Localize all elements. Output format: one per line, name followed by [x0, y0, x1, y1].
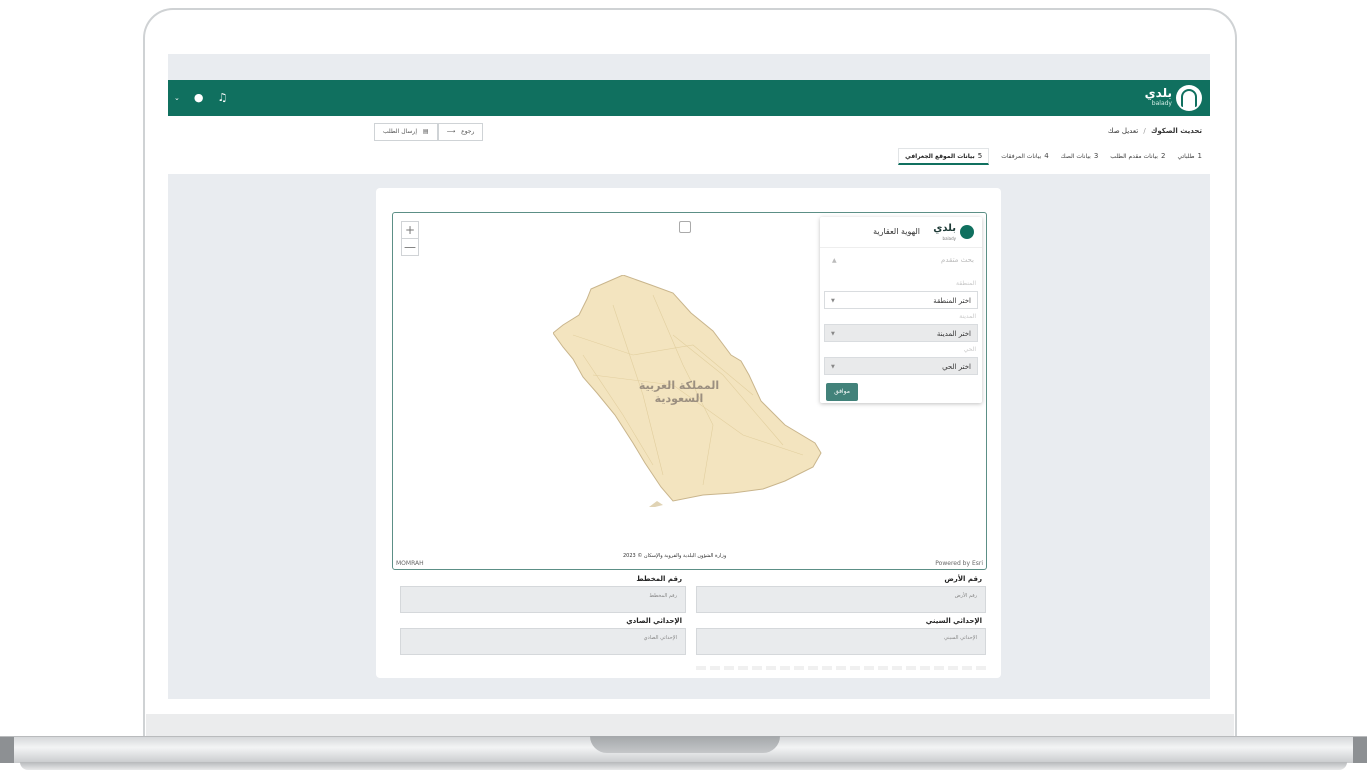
balady-logo-icon — [1176, 85, 1202, 111]
breadcrumb-separator: / — [1143, 127, 1146, 135]
district-select[interactable]: اختر الحي ▼ — [824, 357, 978, 375]
step-1[interactable]: 1طلباتي — [1177, 152, 1202, 165]
top-nav-bar: بلدي balady ⌄ ● ♫ — [168, 80, 1210, 116]
y-coordinate-placeholder: الإحداثي الصادي — [643, 635, 677, 641]
city-select[interactable]: اختر المدينة ▼ — [824, 324, 978, 342]
balady-logo[interactable]: بلدي balady — [1144, 85, 1202, 111]
bell-icon[interactable]: ♫ — [217, 91, 227, 104]
panel-logo-text: بلدي — [933, 223, 956, 234]
region-select-value: اختر المنطقة — [933, 297, 971, 305]
zoom-controls: + — — [401, 221, 419, 256]
laptop-notch — [590, 736, 780, 753]
app-screen: بلدي balady ⌄ ● ♫ تحديث الصكوك / تعديل ص… — [168, 54, 1210, 699]
map-credit-owner: MOMRAH — [396, 560, 424, 567]
cut-off-content-row — [696, 666, 986, 670]
plan-number-label: رقم المخطط — [636, 575, 682, 583]
y-coordinate-field: الإحداثي الصادي الإحداثي الصادي — [400, 617, 686, 655]
zoom-in-button[interactable]: + — [402, 222, 418, 238]
submit-request-button[interactable]: ▤ إرسال الطلب — [374, 123, 438, 141]
y-coordinate-label: الإحداثي الصادي — [626, 617, 682, 625]
step-5-number: 5 — [977, 152, 983, 160]
land-number-field: رقم الأرض رقم الأرض — [696, 575, 986, 613]
district-label: الحي — [963, 346, 976, 353]
region-label: المنطقة — [956, 280, 976, 287]
district-select-value: اختر الحي — [942, 363, 971, 371]
step-1-label: طلباتي — [1177, 153, 1195, 160]
dropdown-caret-icon: ▼ — [831, 298, 835, 304]
breadcrumb: تحديث الصكوك / تعديل صك — [1108, 127, 1202, 135]
chevron-up-icon[interactable]: ▲ — [832, 257, 837, 264]
city-label: المدينة — [959, 313, 976, 320]
panel-title: الهوية العقارية — [873, 227, 920, 236]
dropdown-caret-icon: ▼ — [831, 364, 835, 370]
step-2-number: 2 — [1160, 152, 1166, 160]
logo-text: بلدي — [1144, 86, 1172, 100]
step-3-label: بيانات الصك — [1060, 153, 1091, 160]
country-label-line2: السعودية — [654, 392, 704, 405]
land-number-input[interactable]: رقم الأرض — [696, 586, 986, 613]
region-select[interactable]: اختر المنطقة ▼ — [824, 291, 978, 309]
step-3-number: 3 — [1093, 152, 1099, 160]
logo-subtext: balady — [1151, 100, 1172, 107]
map-view[interactable]: + — المملكة العربية السعودية MOMRAH وزار… — [392, 212, 987, 570]
x-coordinate-placeholder: الإحداثي السيني — [943, 635, 977, 641]
page-subheader: تحديث الصكوك / تعديل صك رجوع ⟶ ▤ إرسال ا… — [168, 116, 1210, 174]
chevron-down-icon[interactable]: ⌄ — [174, 94, 180, 102]
step-5-active[interactable]: 5بيانات الموقع الجغرافي — [898, 148, 990, 165]
panel-logo-subtext: balady — [942, 236, 956, 241]
plan-number-placeholder: رقم المخطط — [649, 593, 677, 599]
plan-number-field: رقم المخطط رقم المخطط — [400, 575, 686, 613]
header-icons: ⌄ ● ♫ — [174, 91, 227, 104]
step-5-label: بيانات الموقع الجغرافي — [905, 153, 975, 160]
wizard-steps: 1طلباتي 2بيانات مقدم الطلب 3بيانات الصك … — [898, 148, 1202, 165]
submit-label: إرسال الطلب — [383, 128, 417, 135]
user-icon[interactable]: ● — [194, 91, 204, 104]
plan-number-input[interactable]: رقم المخطط — [400, 586, 686, 613]
y-coordinate-input[interactable]: الإحداثي الصادي — [400, 628, 686, 655]
back-button[interactable]: رجوع ⟶ — [437, 123, 484, 141]
step-1-number: 1 — [1197, 152, 1202, 160]
location-card: + — المملكة العربية السعودية MOMRAH وزار… — [376, 188, 1001, 678]
step-4-number: 4 — [1044, 152, 1049, 160]
country-label-line1: المملكة العربية — [638, 379, 720, 392]
breadcrumb-current: تعديل صك — [1107, 127, 1139, 135]
map-layer-toggle[interactable] — [679, 221, 691, 233]
dropdown-caret-icon: ▼ — [831, 331, 835, 337]
land-number-label: رقم الأرض — [944, 575, 982, 583]
map-credit-esri[interactable]: Powered by Esri — [935, 560, 983, 567]
x-coordinate-input[interactable]: الإحداثي السيني — [696, 628, 986, 655]
advanced-search-toggle[interactable]: بحث متقدم — [941, 256, 974, 264]
laptop-shadow — [20, 762, 1347, 770]
step-4-label: بيانات المرفقات — [1001, 153, 1042, 160]
breadcrumb-section[interactable]: تحديث الصكوك — [1151, 127, 1202, 135]
balady-mini-logo-icon — [960, 225, 974, 239]
x-coordinate-label: الإحداثي السيني — [925, 617, 982, 625]
laptop-bezel-bottom — [146, 714, 1234, 736]
step-2-label: بيانات مقدم الطلب — [1110, 153, 1158, 160]
country-label: المملكة العربية السعودية — [615, 379, 743, 405]
step-3[interactable]: 3بيانات الصك — [1061, 152, 1099, 165]
arrow-left-icon: ⟶ — [446, 128, 456, 135]
land-number-placeholder: رقم الأرض — [954, 593, 977, 599]
step-2[interactable]: 2بيانات مقدم الطلب — [1110, 152, 1165, 165]
action-buttons: رجوع ⟶ ▤ إرسال الطلب — [374, 123, 484, 141]
map-copyright: وزارة الشؤون البلدية والقروية والإسكان ©… — [623, 553, 727, 559]
confirm-button[interactable]: موافق — [826, 383, 858, 401]
step-4[interactable]: 4بيانات المرفقات — [1001, 152, 1049, 165]
zoom-out-button[interactable]: — — [402, 238, 418, 255]
city-select-value: اختر المدينة — [936, 330, 971, 338]
back-label: رجوع — [461, 128, 475, 135]
property-search-panel: بلدي balady الهوية العقارية بحث متقدم ▲ … — [820, 217, 982, 403]
document-icon: ▤ — [422, 128, 429, 135]
x-coordinate-field: الإحداثي السيني الإحداثي السيني — [696, 617, 986, 655]
panel-header: بلدي balady الهوية العقارية — [820, 217, 982, 248]
